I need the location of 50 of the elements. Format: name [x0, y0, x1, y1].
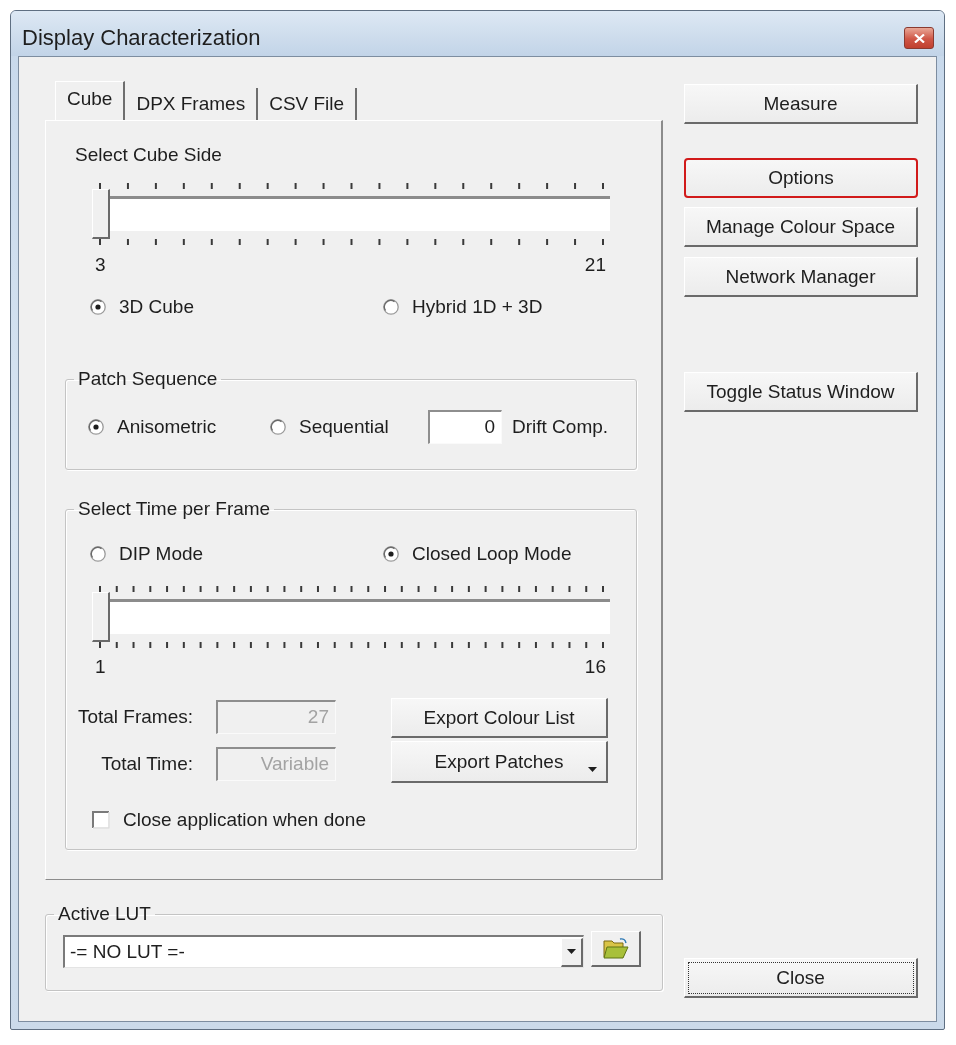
- close-button[interactable]: Close: [684, 958, 918, 998]
- tab[interactable]: CSV File: [258, 88, 358, 120]
- export-button[interactable]: Export Colour List: [391, 698, 608, 738]
- side-button[interactable]: Toggle Status Window: [684, 372, 918, 412]
- radio-icon[interactable]: [90, 299, 106, 315]
- window-title: Display Characterization: [22, 25, 261, 51]
- side-button[interactable]: Measure: [684, 84, 918, 124]
- slider-max-label: 21: [584, 254, 606, 276]
- slider-track[interactable]: [92, 189, 610, 239]
- radio-icon[interactable]: [270, 419, 286, 435]
- radio-option[interactable]: 3D Cube: [90, 296, 194, 318]
- slider-min-label: 1: [95, 656, 106, 678]
- close-icon: [913, 33, 925, 43]
- caret-icon: [588, 767, 597, 772]
- slider-thumb[interactable]: [92, 592, 110, 642]
- slider-min-label: 3: [95, 254, 106, 276]
- tab[interactable]: Cube: [55, 81, 126, 121]
- side-button[interactable]: Network Manager: [684, 257, 918, 297]
- lut-dropdown[interactable]: -= NO LUT =-: [63, 935, 584, 968]
- slider-max-label: 16: [584, 656, 606, 678]
- radio-option[interactable]: Hybrid 1D + 3D: [383, 296, 543, 318]
- number-field[interactable]: 0: [428, 410, 502, 444]
- folder-icon: [602, 938, 629, 959]
- dropdown-arrow-button[interactable]: [561, 937, 583, 967]
- radio-icon[interactable]: [383, 299, 399, 315]
- side-button[interactable]: Options: [684, 158, 918, 198]
- field-label: Total Frames:: [77, 705, 193, 728]
- tab[interactable]: DPX Frames: [125, 88, 259, 120]
- group-title: Active LUT: [57, 903, 152, 925]
- slider-thumb[interactable]: [92, 189, 110, 239]
- open-folder-button[interactable]: [591, 931, 641, 967]
- section-title: Select Cube Side: [75, 144, 222, 166]
- slider-track[interactable]: [92, 592, 610, 642]
- radio-option[interactable]: DIP Mode: [90, 543, 204, 565]
- group-title: Select Time per Frame: [77, 498, 272, 520]
- close-window-button[interactable]: [904, 27, 934, 49]
- radio-option[interactable]: Closed Loop Mode: [383, 543, 572, 565]
- group-title: Patch Sequence: [77, 368, 219, 390]
- radio-option[interactable]: Anisometric: [88, 416, 217, 438]
- radio-icon[interactable]: [88, 419, 104, 435]
- checkbox-option[interactable]: Close application when done: [92, 809, 366, 831]
- side-button[interactable]: Manage Colour Space: [684, 207, 918, 247]
- radio-option[interactable]: Sequential: [270, 416, 389, 438]
- checkbox-icon[interactable]: [92, 811, 110, 829]
- export-button[interactable]: Export Patches: [391, 741, 608, 783]
- field-label: Total Time:: [101, 753, 193, 776]
- field-label: Drift Comp.: [512, 416, 609, 438]
- caret-icon: [567, 949, 576, 954]
- radio-icon[interactable]: [383, 546, 399, 562]
- radio-icon[interactable]: [90, 546, 106, 562]
